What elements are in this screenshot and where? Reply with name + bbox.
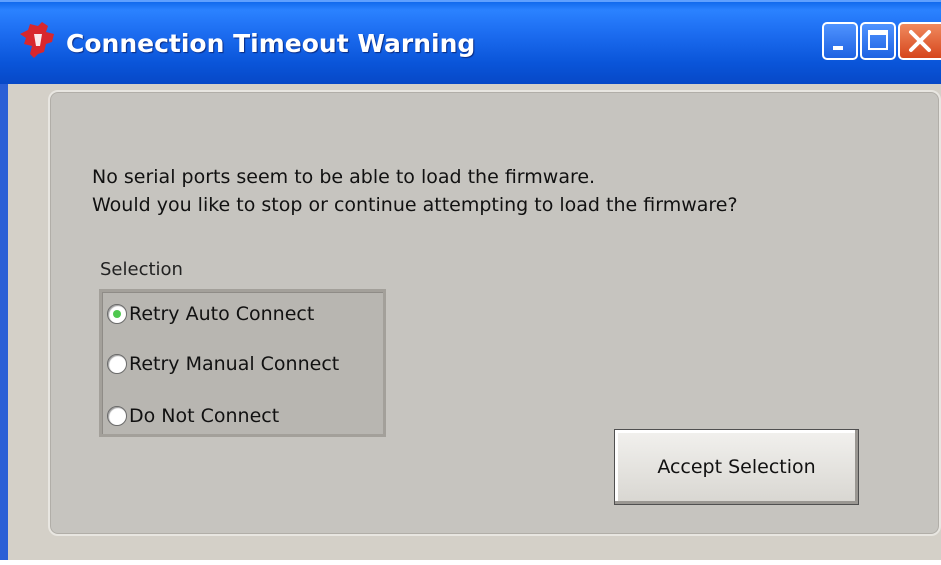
warning-message: No serial ports seem to be able to load … [92,163,738,219]
radio-label: Retry Manual Connect [129,353,340,375]
close-icon [909,30,931,52]
message-line-2: Would you like to stop or continue attem… [92,194,738,216]
ti-logo-icon [20,22,54,58]
radio-checked-icon[interactable] [107,304,127,324]
maximize-button[interactable] [860,22,896,60]
maximize-icon [868,30,888,50]
accept-selection-button[interactable]: Accept Selection [614,429,859,505]
radio-unchecked-icon[interactable] [107,406,127,426]
radio-label: Retry Auto Connect [129,303,315,325]
title-bar[interactable]: Connection Timeout Warning [0,0,941,84]
selection-label: Selection [100,259,183,280]
radio-retry-manual-connect[interactable]: Retry Manual Connect [107,353,339,375]
minimize-icon [833,46,843,50]
window-title: Connection Timeout Warning [66,29,476,58]
message-line-1: No serial ports seem to be able to load … [92,166,596,188]
close-button[interactable] [898,22,941,60]
radio-retry-auto-connect[interactable]: Retry Auto Connect [107,303,314,325]
radio-unchecked-icon[interactable] [107,354,127,374]
minimize-button[interactable] [822,22,858,60]
radio-do-not-connect[interactable]: Do Not Connect [107,405,279,427]
radio-label: Do Not Connect [129,405,280,427]
